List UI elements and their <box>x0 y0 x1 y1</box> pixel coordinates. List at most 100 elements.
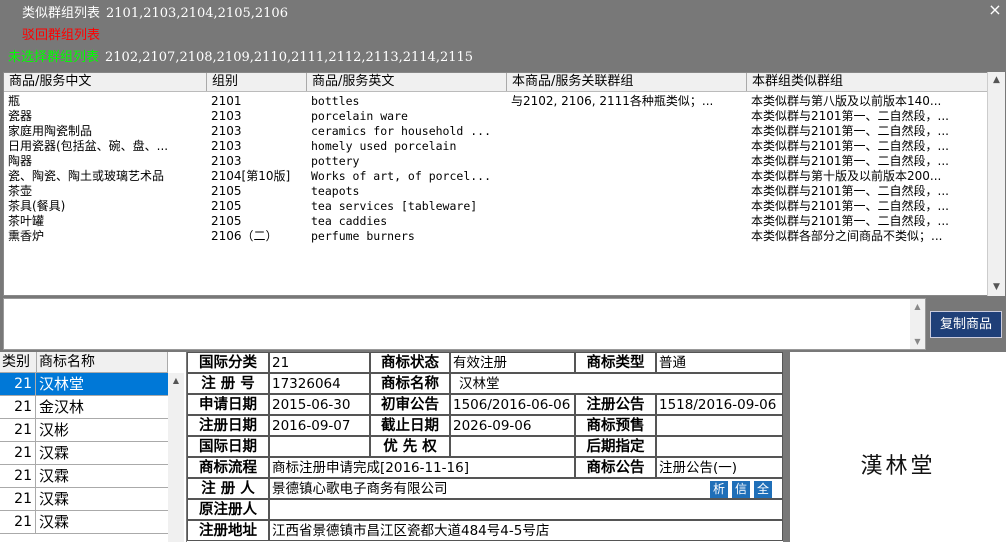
list-item[interactable]: 21 汉霖 <box>0 488 168 511</box>
cell-similar: 本类似群各部分之间商品不类似；... <box>751 229 943 243</box>
priority-value <box>450 436 575 457</box>
intl-date-value <box>269 436 370 457</box>
notice-value: 注册公告(一) <box>656 457 783 478</box>
similar-group-line: 类似群组列表 2101,2103,2104,2105,2106 <box>0 4 288 24</box>
list-item-name: 汉霖 <box>39 513 70 531</box>
similar-group-value: 2101,2103,2104,2105,2106 <box>106 6 288 21</box>
cell-cn: 家庭用陶瓷制品 <box>8 124 93 138</box>
list-header-name[interactable]: 商标名称 <box>37 352 168 373</box>
list-header-class[interactable]: 类别 <box>0 352 37 373</box>
col-header-group[interactable]: 组别 <box>207 73 307 91</box>
memo-scroll-up-icon[interactable]: ▲ <box>910 299 925 314</box>
list-item[interactable]: 21 汉彬 <box>0 419 168 442</box>
cell-similar: 本类似群与2101第一、二自然段，... <box>751 124 949 138</box>
table-row[interactable]: 茶具(餐具) 2105 tea services [tableware] 本类似群与2… <box>4 199 987 214</box>
presale-label: 商标预售 <box>575 415 656 436</box>
cell-related <box>507 154 747 169</box>
table-row[interactable]: 茶壶 2105 teapots 本类似群与2101第一、二自然段，... <box>4 184 987 199</box>
reg-no-label: 注 册 号 <box>187 373 269 394</box>
list-item[interactable]: 21 汉霖 <box>0 511 168 534</box>
later-value <box>656 436 783 457</box>
copy-goods-button[interactable]: 复制商品 <box>930 311 1002 338</box>
col-header-en[interactable]: 商品/服务英文 <box>307 73 507 91</box>
cell-cn: 瓷、陶瓷、陶土或玻璃艺术品 <box>8 169 165 183</box>
cell-similar: 本类似群与2101第一、二自然段，... <box>751 214 949 228</box>
table-row[interactable]: 瓶 2101 bottles 与2102, 2106, 2111各种瓶类似；... 本类… <box>4 94 987 109</box>
table-row[interactable]: 熏香炉 2106（二） perfume burners 本类似群各部分之间商品不类似；… <box>4 229 987 244</box>
cell-cn: 茶叶罐 <box>8 214 45 228</box>
list-item-class: 21 <box>0 488 36 510</box>
expire-label: 截止日期 <box>370 415 450 436</box>
cell-cn: 瓷器 <box>8 109 33 123</box>
expire-value: 2026-09-06 <box>450 415 575 436</box>
cell-group: 2105 <box>211 199 242 213</box>
address-value: 江西省景德镇市昌江区瓷都大道484号4-5号店 <box>269 520 783 541</box>
memo-scroll-down-icon[interactable]: ▼ <box>910 334 925 349</box>
cell-related <box>507 169 747 184</box>
memo-scrollbar[interactable]: ▲ ▼ <box>910 299 925 349</box>
trademark-list[interactable]: 类别 商标名称 21 汉林堂 21 金汉林 21 汉彬 21 汉霖 21 汉霖 21 汉霖 21 汉霖 ▲ <box>0 352 186 542</box>
cell-group: 2103 <box>211 154 242 168</box>
list-scrollbar[interactable]: ▲ <box>168 373 184 542</box>
list-item-name: 汉霖 <box>39 490 70 508</box>
intl-date-label: 国际日期 <box>187 436 269 457</box>
flow-label: 商标流程 <box>187 457 269 478</box>
col-header-similar[interactable]: 本群组类似群组 <box>747 73 987 91</box>
scroll-up-icon[interactable]: ▲ <box>988 72 1005 89</box>
cell-cn: 日用瓷器(包括盆、碗、盘、... <box>8 139 169 153</box>
list-item-name: 汉霖 <box>39 467 70 485</box>
cell-cn: 茶壶 <box>8 184 33 198</box>
cell-en: tea caddies <box>311 214 388 228</box>
list-item[interactable]: 21 汉霖 <box>0 442 168 465</box>
list-scroll-up-icon[interactable]: ▲ <box>168 373 184 389</box>
all-button[interactable]: 全 <box>754 481 772 498</box>
unselected-group-label: 未选择群组列表 <box>8 50 100 65</box>
similar-group-label: 类似群组列表 <box>22 6 101 21</box>
cell-en: perfume burners <box>311 229 415 243</box>
goods-table-header: 商品/服务中文 组别 商品/服务英文 本商品/服务关联群组 本群组类似群组 <box>4 73 987 92</box>
table-row[interactable]: 茶叶罐 2105 tea caddies 本类似群与2101第一、二自然段，... <box>4 214 987 229</box>
table-row[interactable]: 瓷器 2103 porcelain ware 本类似群与2101第一、二自然段，... <box>4 109 987 124</box>
status-label: 商标状态 <box>370 352 450 373</box>
apply-date-value: 2015-06-30 <box>269 394 370 415</box>
cell-similar: 本类似群与2101第一、二自然段，... <box>751 199 949 213</box>
cell-group: 2105 <box>211 214 242 228</box>
list-item-name: 汉彬 <box>39 421 70 439</box>
cell-similar: 本类似群与2101第一、二自然段，... <box>751 154 949 168</box>
list-item[interactable]: 21 汉霖 <box>0 465 168 488</box>
goods-table[interactable]: 商品/服务中文 组别 商品/服务英文 本商品/服务关联群组 本群组类似群组 瓶 2… <box>3 72 988 296</box>
status-value: 有效注册 <box>450 352 575 373</box>
cell-cn: 陶器 <box>8 154 33 168</box>
intl-class-value: 21 <box>269 352 370 373</box>
registrant-name: 景德镇心歌电子商务有限公司 <box>272 481 448 497</box>
cell-group: 2103 <box>211 109 242 123</box>
close-icon[interactable]: × <box>986 0 1004 20</box>
cell-en: pottery <box>311 154 360 168</box>
credit-button[interactable]: 信 <box>732 481 750 498</box>
registrant-value: 景德镇心歌电子商务有限公司 析 信 全 <box>269 478 783 499</box>
col-header-cn[interactable]: 商品/服务中文 <box>4 73 207 91</box>
table-row[interactable]: 陶器 2103 pottery 本类似群与2101第一、二自然段，... <box>4 154 987 169</box>
cell-cn: 茶具(餐具) <box>8 199 66 213</box>
reg-no-value: 17326064 <box>269 373 370 394</box>
cell-en: homely used porcelain <box>311 139 457 153</box>
scroll-down-icon[interactable]: ▼ <box>988 279 1005 296</box>
cell-en: teapots <box>311 184 360 198</box>
goods-table-scrollbar[interactable]: ▲ ▼ <box>987 72 1005 296</box>
cell-similar: 本类似群与第十版及以前版本200... <box>751 169 942 183</box>
trademark-image: 漢林堂 <box>790 352 1006 542</box>
col-header-related[interactable]: 本商品/服务关联群组 <box>507 73 747 91</box>
table-row[interactable]: 日用瓷器(包括盆、碗、盘、... 2103 homely used porcelai… <box>4 139 987 154</box>
list-item[interactable]: 21 金汉林 <box>0 396 168 419</box>
presale-value <box>656 415 783 436</box>
list-item-class: 21 <box>0 373 36 395</box>
analyze-button[interactable]: 析 <box>710 481 728 498</box>
list-item[interactable]: 21 汉林堂 <box>0 373 168 396</box>
prelim-label: 初审公告 <box>370 394 450 415</box>
list-item-class: 21 <box>0 442 36 464</box>
prelim-value: 1506/2016-06-06 <box>450 394 575 415</box>
table-row[interactable]: 瓷、陶瓷、陶土或玻璃艺术品 2104[第10版] Works of art, of … <box>4 169 987 184</box>
memo-textarea[interactable]: ▲ ▼ <box>3 298 926 350</box>
table-row[interactable]: 家庭用陶瓷制品 2103 ceramics for household ... 本类似… <box>4 124 987 139</box>
list-item-class: 21 <box>0 465 36 487</box>
